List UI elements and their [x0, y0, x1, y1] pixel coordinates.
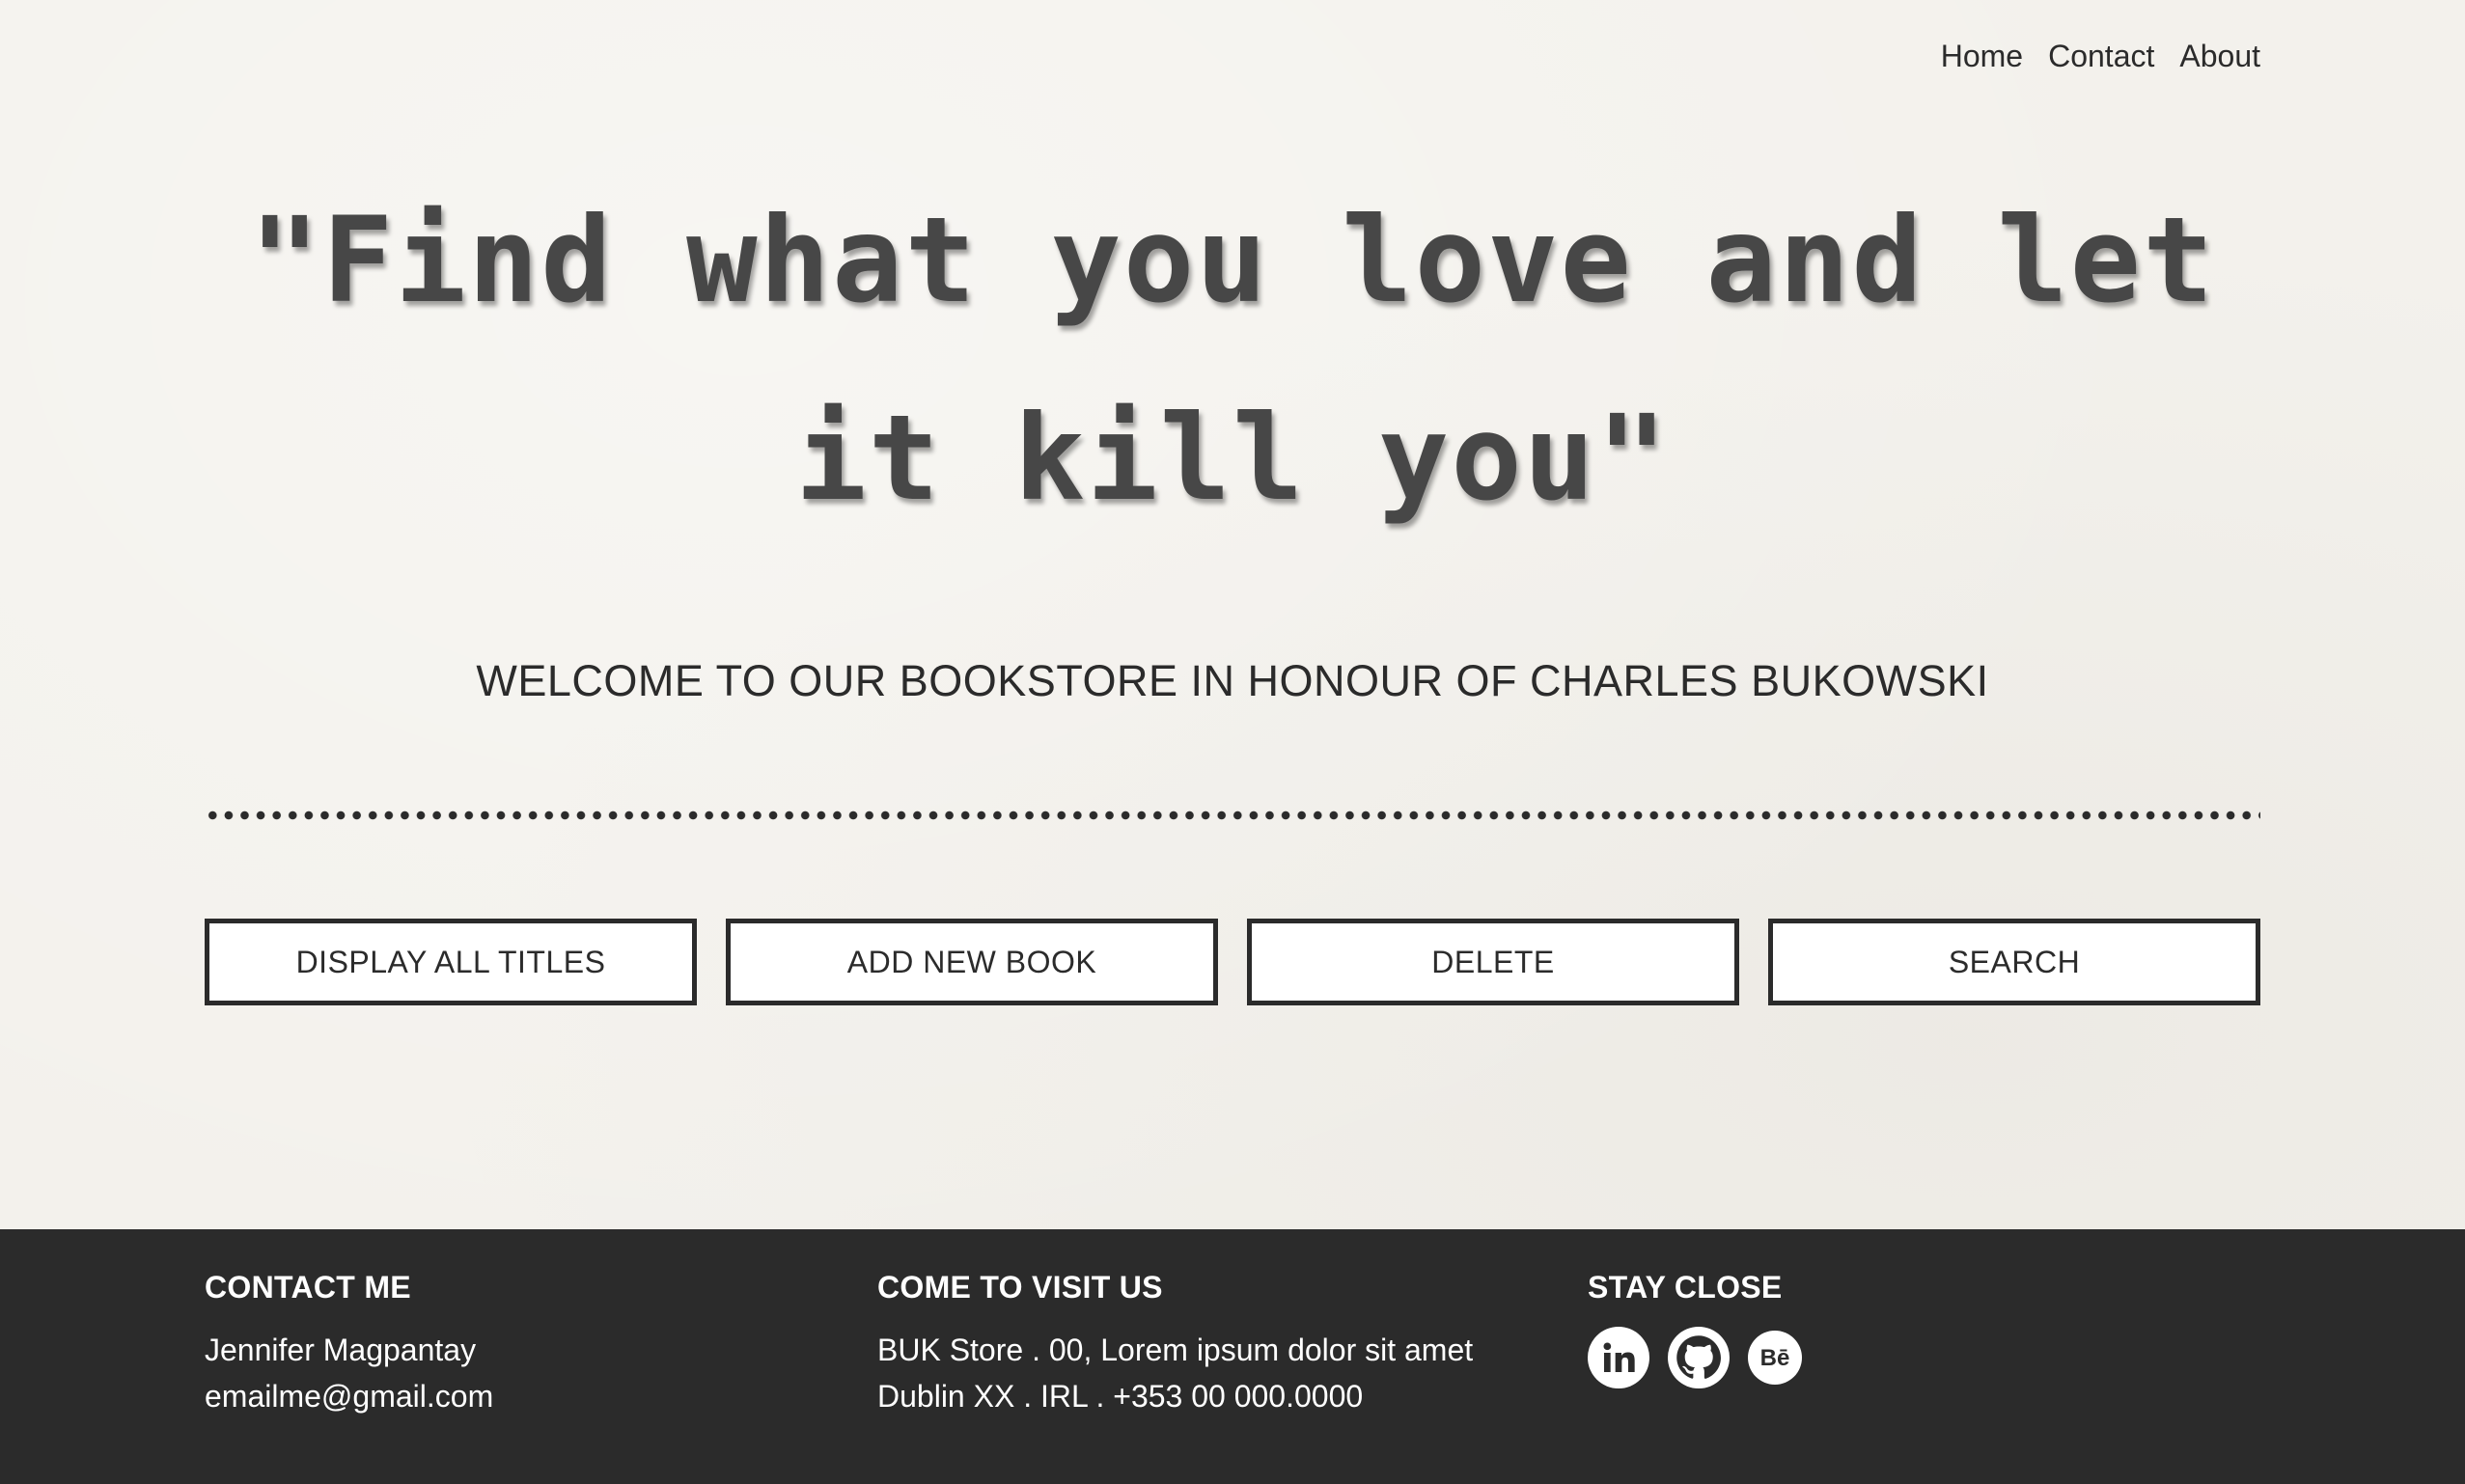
behance-icon-glyph: Bē: [1760, 1345, 1790, 1371]
dotted-divider: [205, 811, 2260, 820]
hero-quote: "Find what you love and let it kill you": [205, 162, 2260, 558]
footer-address-line-1: BUK Store . 00, Lorem ipsum dolor sit am…: [877, 1333, 1474, 1367]
nav-about-link[interactable]: About: [2179, 39, 2260, 74]
action-buttons: DISPLAY ALL TITLES ADD NEW BOOK DELETE S…: [205, 919, 2260, 1005]
footer-contact: CONTACT ME Jennifer Magpantay emailme@gm…: [205, 1270, 493, 1419]
social-links: Bē: [1588, 1327, 1802, 1388]
hero-quote-line-1: "Find what you love and let: [249, 192, 2216, 329]
welcome-heading: WELCOME TO OUR BOOKSTORE IN HONOUR OF CH…: [476, 656, 1989, 705]
add-new-book-button[interactable]: ADD NEW BOOK: [726, 919, 1218, 1005]
hero-quote-line-2: it kill you": [795, 390, 1670, 527]
search-button[interactable]: SEARCH: [1768, 919, 2260, 1005]
delete-button[interactable]: DELETE: [1247, 919, 1739, 1005]
footer-contact-heading: CONTACT ME: [205, 1270, 411, 1305]
footer-social: STAY CLOSE Bē: [1588, 1270, 1802, 1388]
footer: CONTACT ME Jennifer Magpantay emailme@gm…: [0, 1229, 2465, 1484]
footer-visit-heading: COME TO VISIT US: [877, 1270, 1163, 1305]
footer-social-heading: STAY CLOSE: [1588, 1270, 1783, 1305]
behance-icon[interactable]: Bē: [1748, 1331, 1802, 1385]
page: Home Contact About "Find what you love a…: [0, 0, 2465, 1484]
footer-contact-name: Jennifer Magpantay: [205, 1333, 477, 1367]
linkedin-icon[interactable]: [1588, 1327, 1649, 1388]
github-icon[interactable]: [1668, 1327, 1730, 1388]
nav-contact-link[interactable]: Contact: [2048, 39, 2154, 74]
footer-contact-email: emailme@gmail.com: [205, 1379, 494, 1414]
top-nav: Home Contact About: [1941, 39, 2260, 74]
nav-home-link[interactable]: Home: [1941, 39, 2023, 74]
footer-address-line-2: Dublin XX . IRL . +353 00 000.0000: [877, 1379, 1364, 1414]
footer-visit: COME TO VISIT US BUK Store . 00, Lorem i…: [877, 1270, 1473, 1419]
display-all-titles-button[interactable]: DISPLAY ALL TITLES: [205, 919, 697, 1005]
